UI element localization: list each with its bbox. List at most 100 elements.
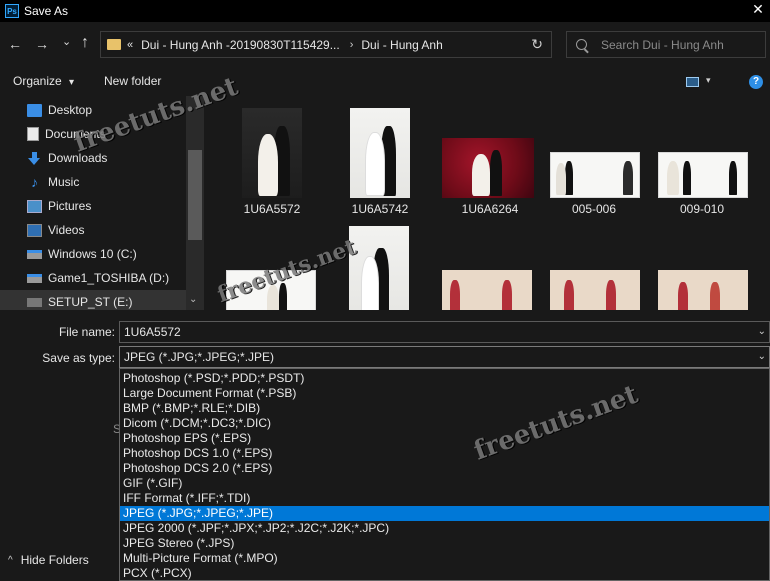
drive-icon	[27, 273, 42, 283]
file-list: 1U6A5572 1U6A5742 1U6A6264 005-006 009-0…	[204, 96, 770, 310]
window-title: Save As	[24, 4, 69, 18]
file-type-option-selected[interactable]: JPEG (*.JPG;*.JPEG;*.JPE)	[120, 506, 769, 521]
sidebar-item-label: Desktop	[48, 103, 93, 117]
bride-figure	[267, 285, 279, 310]
navigation-pane: Desktop Documents Downloads ♪ Music Pict…	[0, 96, 204, 310]
sidebar-item-label: Music	[48, 175, 80, 189]
refresh-icon[interactable]: ↻	[531, 36, 543, 53]
file-type-option[interactable]: IFF Format (*.IFF;*.TDI)	[120, 491, 769, 506]
file-name: 005-006	[571, 202, 617, 216]
sidebar-item-drive-e[interactable]: SETUP_ST (E:)	[0, 290, 186, 310]
file-type-option[interactable]: BMP (*.BMP;*.RLE;*.DIB)	[120, 401, 769, 416]
file-type-option[interactable]: Photoshop (*.PSD;*.PDD;*.PSDT)	[120, 371, 769, 386]
hide-folders-button[interactable]: ^ Hide Folders	[8, 553, 89, 567]
album-thumbnail[interactable]	[226, 270, 316, 310]
sidebar-item-drive-d[interactable]: Game1_TOSHIBA (D:)	[0, 266, 186, 290]
file-type-option[interactable]: JPEG Stereo (*.JPS)	[120, 536, 769, 551]
sidebar-item-drive-c[interactable]: Windows 10 (C:)	[0, 242, 186, 266]
scroll-down-chevron-icon[interactable]: ⌄	[189, 294, 197, 305]
address-bar[interactable]: « Dui - Hung Anh -20190830T115429... › D…	[100, 31, 552, 58]
sidebar-item-label: Game1_TOSHIBA (D:)	[48, 271, 170, 285]
save-as-type-chevron-icon[interactable]: ⌄	[758, 347, 766, 367]
sidebar-item-label: Pictures	[48, 199, 92, 213]
groom-figure	[623, 161, 633, 195]
figure-in-traditional-dress	[502, 280, 512, 310]
back-arrow-icon[interactable]: ←	[8, 36, 22, 52]
videos-icon	[27, 223, 42, 237]
help-icon[interactable]: ?	[749, 75, 763, 89]
sidebar-item-downloads[interactable]: Downloads	[0, 146, 186, 170]
file-type-option[interactable]: PCX (*.PCX)	[120, 566, 769, 581]
file-type-option[interactable]: Dicom (*.DCM;*.DC3;*.DIC)	[120, 416, 769, 431]
figure-in-traditional-dress	[450, 280, 460, 310]
file-item[interactable]: 1U6A5742	[348, 106, 412, 216]
recent-locations-chevron-icon[interactable]: ⌄	[62, 34, 71, 50]
organize-label: Organize	[13, 74, 62, 88]
new-folder-button[interactable]: New folder	[104, 74, 161, 88]
drive-icon	[27, 297, 42, 307]
photo-thumbnail	[350, 108, 410, 198]
file-item[interactable]: 1U6A6264	[440, 106, 536, 216]
photo-thumbnail[interactable]	[349, 226, 409, 310]
groom-figure	[565, 161, 573, 195]
file-name-value: 1U6A5572	[124, 325, 181, 339]
figure-in-traditional-dress	[710, 282, 720, 310]
file-type-option[interactable]: Photoshop EPS (*.EPS)	[120, 431, 769, 446]
groom-figure	[729, 161, 737, 195]
file-type-option[interactable]: GIF (*.GIF)	[120, 476, 769, 491]
album-thumbnail	[658, 152, 748, 198]
view-options-icon[interactable]	[686, 77, 699, 87]
up-arrow-icon[interactable]: ↑	[81, 35, 89, 51]
hide-folders-label: Hide Folders	[20, 553, 89, 567]
album-thumbnail[interactable]	[658, 270, 748, 310]
album-thumbnail[interactable]	[550, 270, 640, 310]
view-options-caret-icon[interactable]: ▾	[706, 75, 711, 86]
folder-icon	[107, 39, 121, 50]
file-item[interactable]: 005-006	[548, 106, 644, 216]
bride-figure	[361, 256, 379, 310]
search-box[interactable]: Search Dui - Hung Anh	[566, 31, 766, 58]
sidebar-scrollbar-thumb[interactable]	[188, 150, 202, 240]
file-type-option[interactable]: Photoshop DCS 1.0 (*.EPS)	[120, 446, 769, 461]
breadcrumb-separator-icon[interactable]: ›	[350, 39, 354, 51]
bride-figure	[667, 161, 679, 195]
breadcrumb-current[interactable]: Dui - Hung Anh	[361, 38, 442, 52]
figure-in-traditional-dress	[678, 282, 688, 310]
file-type-option[interactable]: Large Document Format (*.PSB)	[120, 386, 769, 401]
file-type-option[interactable]: JPEG 2000 (*.JPF;*.JPX;*.JP2;*.J2C;*.J2K…	[120, 521, 769, 536]
save-as-type-select[interactable]: JPEG (*.JPG;*.JPEG;*.JPE) ⌄	[119, 346, 770, 368]
sidebar-item-pictures[interactable]: Pictures	[0, 194, 186, 218]
organize-caret-icon: ▾	[69, 77, 75, 88]
breadcrumb-parent[interactable]: Dui - Hung Anh -20190830T115429...	[141, 38, 340, 52]
file-item[interactable]: 009-010	[656, 106, 752, 216]
groom-figure	[279, 283, 287, 310]
search-placeholder: Search Dui - Hung Anh	[601, 37, 724, 52]
groom-figure	[490, 150, 502, 196]
bride-figure	[556, 163, 566, 195]
bride-figure	[258, 134, 278, 196]
sidebar-item-music[interactable]: ♪ Music	[0, 170, 186, 194]
photo-thumbnail	[442, 138, 534, 198]
sidebar-item-documents[interactable]: Documents	[0, 122, 186, 146]
close-icon[interactable]: ✕	[750, 1, 766, 18]
file-type-option[interactable]: Multi-Picture Format (*.MPO)	[120, 551, 769, 566]
organize-button[interactable]: Organize ▾	[13, 74, 74, 88]
file-name: 1U6A5742	[351, 202, 409, 216]
file-name: 009-010	[679, 202, 725, 216]
sidebar-item-videos[interactable]: Videos	[0, 218, 186, 242]
save-as-type-label: Save as type:	[42, 351, 115, 365]
sidebar-item-desktop[interactable]: Desktop	[0, 98, 186, 122]
file-type-option[interactable]: Photoshop DCS 2.0 (*.EPS)	[120, 461, 769, 476]
file-name-dropdown-chevron-icon[interactable]: ⌄	[758, 322, 766, 342]
figure-in-traditional-dress	[564, 280, 574, 310]
album-thumbnail[interactable]	[442, 270, 532, 310]
search-icon	[576, 39, 587, 50]
forward-arrow-icon[interactable]: →	[35, 36, 49, 52]
breadcrumb-overflow-icon[interactable]: «	[127, 39, 133, 51]
title-bar: Ps Save As ✕	[0, 0, 770, 22]
file-item[interactable]: 1U6A5572	[240, 106, 304, 216]
sidebar-item-label: Documents	[45, 127, 106, 141]
file-name-input[interactable]: 1U6A5572 ⌄	[119, 321, 770, 343]
save-as-type-value: JPEG (*.JPG;*.JPEG;*.JPE)	[124, 350, 275, 364]
photo-thumbnail	[242, 108, 302, 198]
